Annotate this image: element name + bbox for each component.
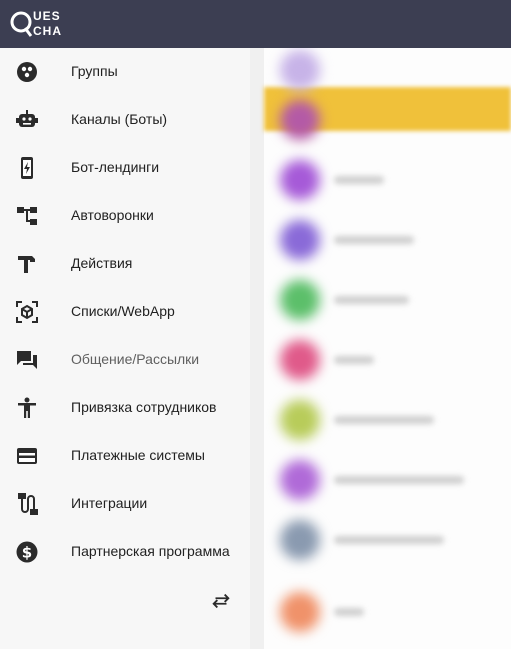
- logo-text-bottom: CHA: [33, 24, 62, 38]
- dollar-circle-icon: $: [15, 540, 39, 564]
- sidebar-item-messaging[interactable]: Общение/Рассылки: [0, 336, 250, 384]
- sidebar-item-label: Бот-лендинги: [71, 159, 160, 175]
- avatar: [280, 220, 320, 260]
- blurred-list-panel: [264, 48, 511, 649]
- person-accessibility-icon: [15, 396, 39, 420]
- groups-icon: [15, 60, 39, 84]
- robot-icon: [15, 108, 39, 132]
- sidebar-item-lists-webapp[interactable]: Списки/WebApp: [0, 288, 250, 336]
- sidebar-item-integrations[interactable]: Интеграции: [0, 480, 250, 528]
- avatar: [280, 592, 320, 632]
- sidebar-item-actions[interactable]: Действия: [0, 240, 250, 288]
- list-item: [334, 536, 444, 544]
- sidebar-item-bot-landings[interactable]: Бот-лендинги: [0, 144, 250, 192]
- hammer-icon: [15, 252, 39, 276]
- avatar: [280, 400, 320, 440]
- flow-tree-icon: [15, 204, 39, 228]
- avatar: [280, 280, 320, 320]
- list-item: [334, 416, 434, 424]
- app-logo[interactable]: UES CHA: [10, 8, 70, 42]
- top-app-bar: UES CHA: [0, 0, 511, 48]
- sidebar-item-label: Привязка сотрудников: [71, 399, 217, 415]
- avatar: [280, 460, 320, 500]
- sidebar-item-partner-program[interactable]: $ Партнерская программа: [0, 528, 250, 576]
- swap-horiz-icon[interactable]: [210, 590, 232, 612]
- sidebar-item-payment-systems[interactable]: Платежные системы: [0, 432, 250, 480]
- list-item: [334, 476, 464, 484]
- sidebar-item-label: Общение/Рассылки: [71, 351, 200, 367]
- chat-bubbles-icon: [15, 348, 39, 372]
- logo-q-icon: [10, 11, 33, 37]
- cable-icon: [15, 492, 39, 516]
- sidebar-item-label: Списки/WebApp: [71, 303, 175, 319]
- credit-card-icon: [15, 444, 39, 468]
- logo-text-top: UES: [33, 9, 61, 23]
- avatar: [280, 520, 320, 560]
- content-gap: [250, 48, 264, 649]
- sidebar-item-label: Каналы (Боты): [71, 111, 168, 127]
- sidebar-item-label: Группы: [71, 63, 118, 79]
- svg-text:$: $: [22, 544, 32, 562]
- sidebar-item-label: Автоворонки: [71, 207, 154, 223]
- sidebar-item-channels[interactable]: Каналы (Боты): [0, 96, 250, 144]
- sidebar-item-autofunnels[interactable]: Автоворонки: [0, 192, 250, 240]
- sidebar-item-label: Платежные системы: [71, 447, 205, 463]
- view-in-ar-icon: [15, 300, 39, 324]
- sidebar-item-label: Действия: [71, 255, 133, 271]
- list-item: [334, 296, 409, 304]
- list-item: [334, 236, 414, 244]
- list-item: [334, 356, 374, 364]
- avatar: [280, 160, 320, 200]
- sidebar-item-label: Интеграции: [71, 495, 148, 511]
- list-item: [334, 608, 364, 616]
- list-item: [334, 176, 384, 184]
- avatar: [280, 340, 320, 380]
- sidebar: Группы Каналы (Боты) Бот-лендинги Автово…: [0, 48, 250, 649]
- main-content: [250, 48, 511, 649]
- sidebar-item-label: Партнерская программа: [71, 543, 230, 559]
- sidebar-item-staff-binding[interactable]: Привязка сотрудников: [0, 384, 250, 432]
- sidebar-item-groups[interactable]: Группы: [0, 48, 250, 96]
- avatar: [280, 100, 320, 140]
- phone-bolt-icon: [15, 156, 39, 180]
- avatar: [280, 50, 320, 90]
